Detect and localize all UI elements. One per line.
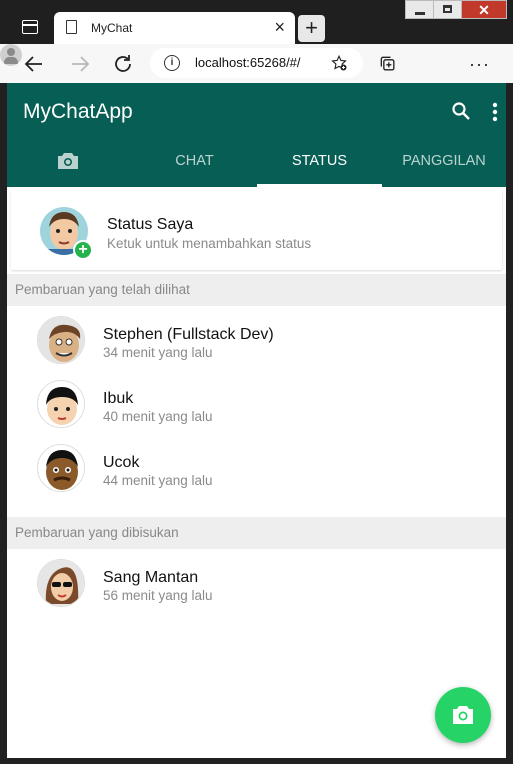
tab-camera[interactable] (37, 137, 99, 187)
active-tab-indicator (257, 184, 382, 187)
tab-close-icon[interactable]: × (274, 17, 285, 37)
maximize-button[interactable] (433, 0, 462, 19)
status-row[interactable]: Ucok 44 menit yang lalu (7, 436, 506, 500)
status-row[interactable]: Sang Mantan 56 menit yang lalu (7, 551, 506, 615)
page-icon (66, 20, 77, 34)
app-bar: MyChatApp CHAT STATUS PANGGILAN (7, 83, 506, 187)
contact-name: Sang Mantan (103, 569, 199, 586)
forward-icon[interactable] (68, 52, 92, 76)
section-title-muted: Pembaruan yang dibisukan (15, 525, 179, 540)
status-time: 34 menit yang lalu (103, 345, 213, 360)
browser-tab[interactable]: MyChat × (54, 12, 295, 44)
tab-title: MyChat (91, 21, 133, 35)
status-time: 40 menit yang lalu (103, 409, 213, 424)
close-icon: ✕ (478, 2, 490, 18)
add-favorite-icon[interactable] (330, 54, 348, 72)
reload-icon[interactable] (111, 52, 135, 76)
status-row[interactable]: Ibuk 40 menit yang lalu (7, 372, 506, 436)
title-bar: MyChat × + ✕ (0, 0, 513, 44)
avatar (37, 316, 85, 364)
contact-name: Ucok (103, 454, 140, 471)
status-time: 44 menit yang lalu (103, 473, 213, 488)
avatar (37, 444, 85, 492)
more-vert-icon[interactable] (492, 102, 498, 122)
info-icon[interactable]: i (164, 55, 180, 71)
avatar (37, 559, 85, 607)
new-tab-button[interactable]: + (298, 15, 325, 42)
close-window-button[interactable]: ✕ (461, 0, 507, 19)
camera-icon (453, 706, 473, 724)
section-header-viewed: Pembaruan yang telah dilihat (7, 274, 506, 306)
tab-calls[interactable]: PANGGILAN (382, 137, 506, 187)
address-bar[interactable]: i localhost:65268/#/ (150, 48, 363, 78)
camera-icon (58, 153, 78, 169)
settings-menu-icon[interactable]: ··· (469, 54, 490, 75)
minimize-button[interactable] (405, 0, 434, 19)
app-container: MyChatApp CHAT STATUS PANGGILAN + Status… (7, 83, 506, 758)
tab-bar: CHAT STATUS PANGGILAN (7, 137, 506, 187)
browser-window: MyChat × + ✕ i localhost:65268/#/ ··· My… (0, 0, 513, 764)
profile-avatar-icon[interactable] (0, 44, 22, 66)
app-title: MyChatApp (23, 100, 133, 123)
camera-fab-button[interactable] (435, 687, 491, 743)
status-row[interactable]: Stephen (Fullstack Dev) 34 menit yang la… (7, 308, 506, 372)
contact-name: Ibuk (103, 390, 134, 407)
avatar (37, 380, 85, 428)
add-status-icon[interactable]: + (73, 240, 93, 260)
tab-chat[interactable]: CHAT (132, 137, 257, 187)
my-status-title: Status Saya (107, 216, 194, 233)
back-icon[interactable] (22, 52, 46, 76)
my-status-card[interactable]: + Status Saya Ketuk untuk menambahkan st… (11, 189, 502, 270)
search-icon[interactable] (451, 101, 471, 121)
url-text[interactable]: localhost:65268/#/ (195, 55, 301, 70)
contact-name: Stephen (Fullstack Dev) (103, 326, 274, 343)
collections-icon[interactable] (378, 54, 398, 74)
section-header-muted: Pembaruan yang dibisukan (7, 517, 506, 549)
browser-toolbar: i localhost:65268/#/ ··· (0, 44, 513, 83)
section-title-viewed: Pembaruan yang telah dilihat (15, 282, 190, 297)
sidebar-toggle-icon[interactable] (22, 20, 38, 34)
tab-status[interactable]: STATUS (257, 137, 382, 187)
status-time: 56 menit yang lalu (103, 588, 213, 603)
my-status-subtitle: Ketuk untuk menambahkan status (107, 236, 312, 251)
